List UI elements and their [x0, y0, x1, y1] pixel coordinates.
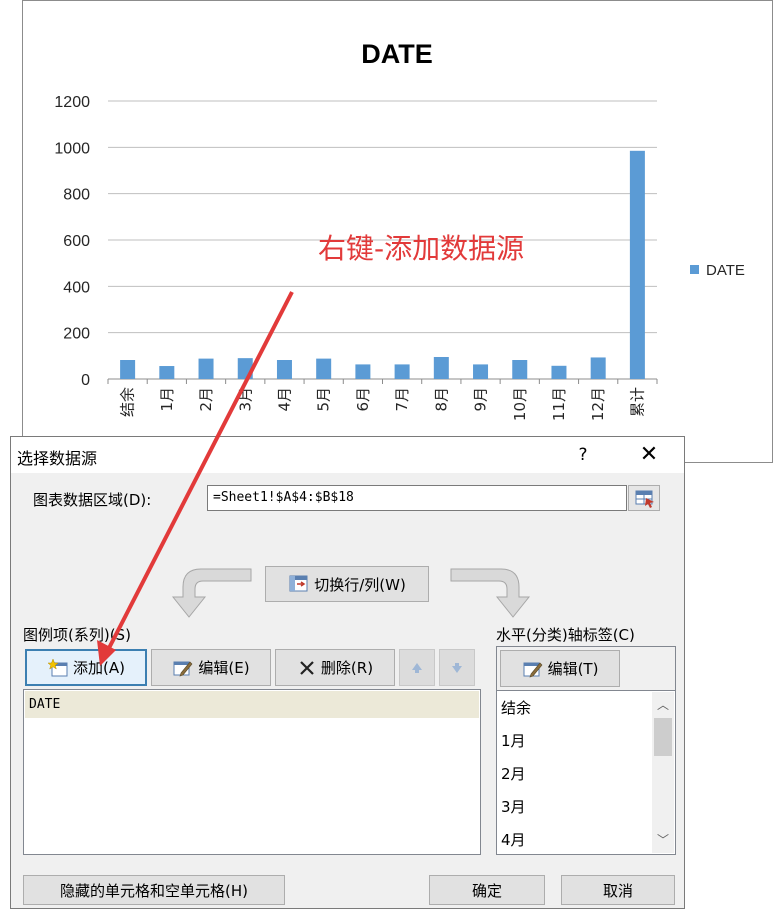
annotation-text: 右键-添加数据源 [318, 232, 524, 265]
annotation-arrow-line [106, 291, 294, 651]
annotation-overlay: 右键-添加数据源 [97, 232, 524, 666]
